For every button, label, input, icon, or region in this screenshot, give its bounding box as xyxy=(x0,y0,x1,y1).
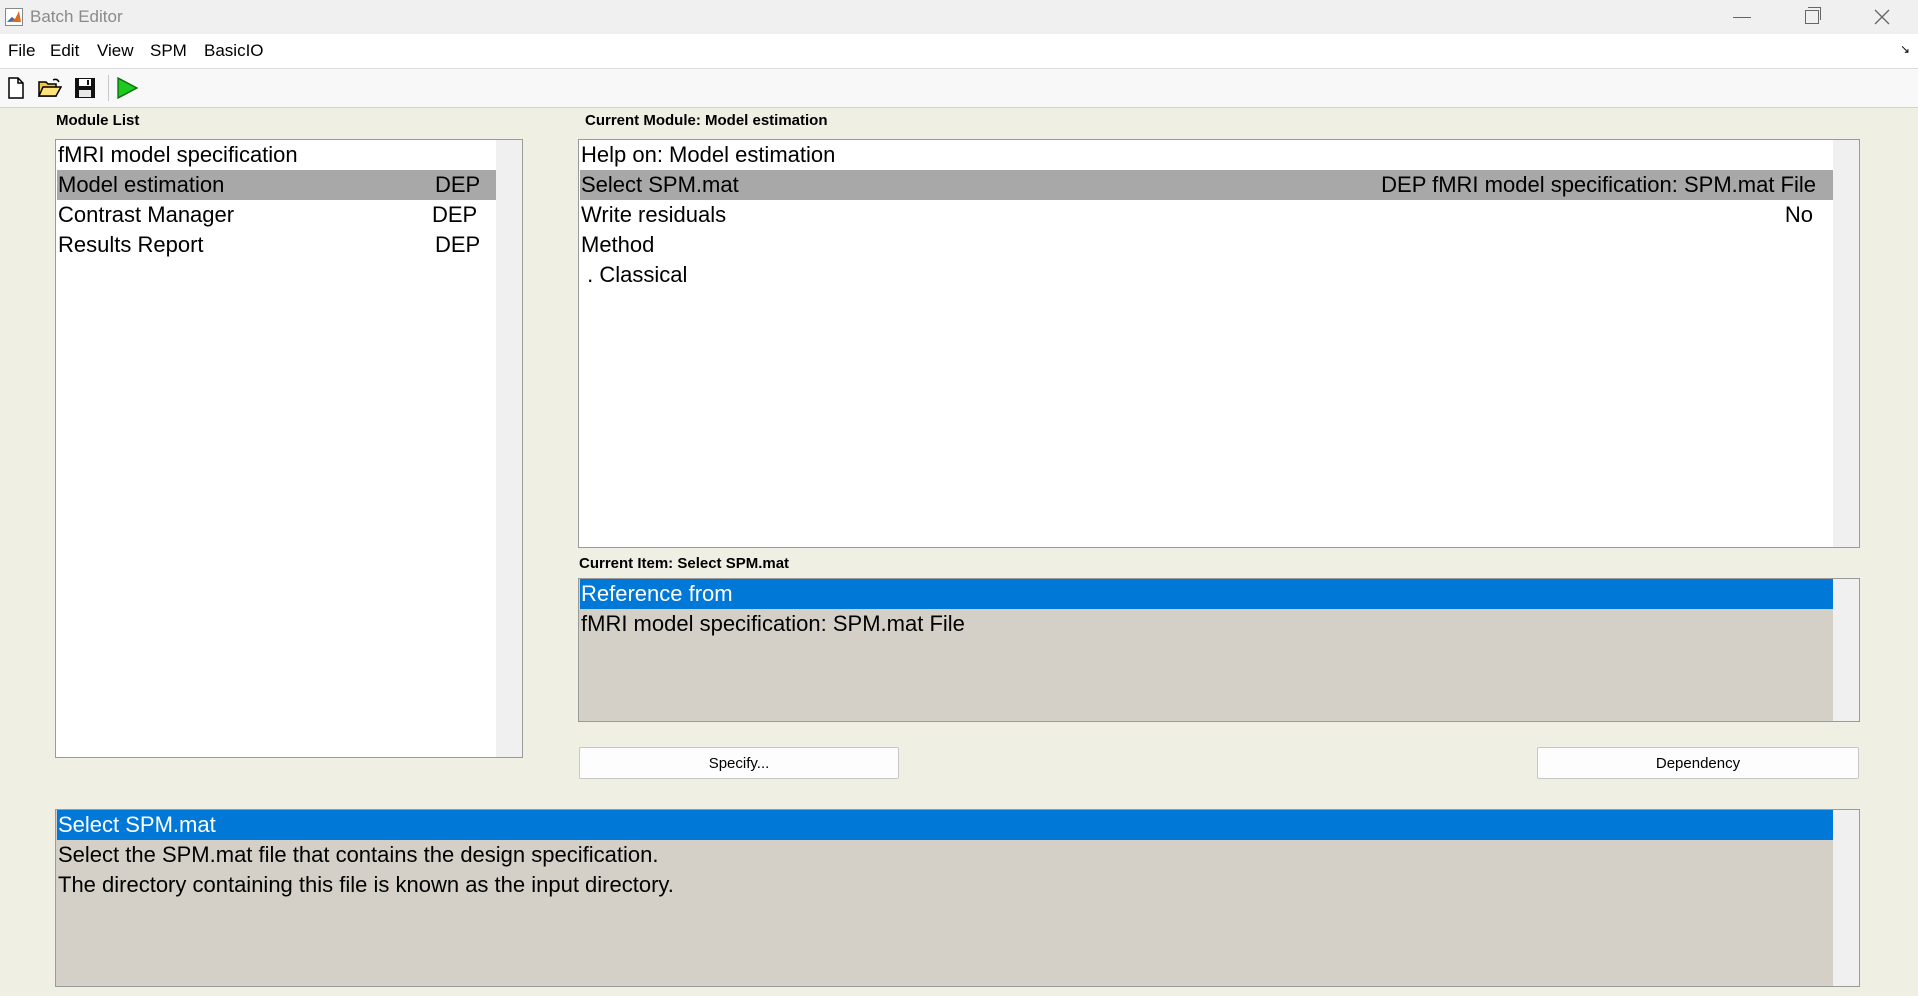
item-name: Method xyxy=(581,232,655,257)
help-text-box[interactable]: Select SPM.mat Select the SPM.mat file t… xyxy=(55,809,1860,987)
item-name: Help on: Model estimation xyxy=(581,142,836,167)
restore-icon xyxy=(1805,7,1821,24)
minimize-icon xyxy=(1733,16,1751,18)
menu-edit[interactable]: Edit xyxy=(50,41,79,61)
run-button[interactable] xyxy=(114,75,140,101)
current-item-label: Current Item: Select SPM.mat xyxy=(579,555,790,572)
restore-button[interactable] xyxy=(1782,0,1842,34)
item-name: Select SPM.mat xyxy=(581,172,739,197)
module-list-item[interactable]: Contrast Manager DEP xyxy=(57,200,497,230)
help-line-selected[interactable]: Select SPM.mat xyxy=(57,810,1834,840)
new-button[interactable] xyxy=(3,75,29,101)
run-play-icon xyxy=(117,76,139,100)
help-text: Select the SPM.mat file that contains th… xyxy=(58,842,659,867)
current-item-text: Reference from xyxy=(581,581,733,606)
current-module-label: Current Module: Model estimation xyxy=(585,112,828,129)
specify-button[interactable]: Specify... xyxy=(579,747,899,779)
module-name: Model estimation xyxy=(58,172,225,197)
module-name: fMRI model specification xyxy=(58,142,298,167)
module-list-item[interactable]: fMRI model specification xyxy=(57,140,497,170)
toolbar-separator xyxy=(108,75,109,101)
menu-view[interactable]: View xyxy=(97,41,134,61)
module-item-selected[interactable]: Select SPM.mat DEP fMRI model specificat… xyxy=(580,170,1834,200)
open-folder-icon xyxy=(38,78,62,97)
module-list-label: Module List xyxy=(56,112,140,129)
help-scrollbar[interactable] xyxy=(1833,810,1859,986)
current-item-line-selected[interactable]: Reference from xyxy=(580,579,1834,609)
module-name: Results Report xyxy=(58,232,204,257)
window-title: Batch Editor xyxy=(30,7,123,26)
module-item-help[interactable]: Help on: Model estimation xyxy=(580,140,1834,170)
editor-body: Module List fMRI model specification Mod… xyxy=(0,108,1918,996)
minimize-button[interactable] xyxy=(1712,0,1772,34)
dependency-button[interactable]: Dependency xyxy=(1537,747,1859,779)
item-value: No xyxy=(1784,202,1813,227)
module-list-item[interactable]: Results Report DEP xyxy=(57,230,497,260)
current-module-scrollbar[interactable] xyxy=(1833,140,1859,547)
new-file-icon xyxy=(8,77,24,99)
matlab-logo-icon xyxy=(5,8,23,26)
help-line[interactable]: The directory containing this file is kn… xyxy=(57,870,1834,900)
current-item-line[interactable]: fMRI model specification: SPM.mat File xyxy=(580,609,1834,639)
help-text: Select SPM.mat xyxy=(58,812,216,837)
title-bar: Batch Editor xyxy=(0,0,1918,34)
menu-spm[interactable]: SPM xyxy=(150,41,187,61)
menu-basicio[interactable]: BasicIO xyxy=(204,41,264,61)
module-status: DEP xyxy=(435,232,481,257)
current-item-list[interactable]: Reference from fMRI model specification:… xyxy=(578,578,1860,722)
module-status: DEP xyxy=(435,172,481,197)
module-name: Contrast Manager xyxy=(58,202,235,227)
item-value: DEP fMRI model specification: SPM.mat Fi… xyxy=(1381,172,1816,197)
current-module-list[interactable]: Help on: Model estimation Select SPM.mat… xyxy=(578,139,1860,548)
close-button[interactable] xyxy=(1852,0,1912,34)
toolbar xyxy=(0,69,1918,108)
module-list-scrollbar[interactable] xyxy=(496,140,522,757)
help-text: The directory containing this file is kn… xyxy=(58,872,674,897)
save-disk-icon xyxy=(75,78,95,98)
module-item[interactable]: Write residuals No xyxy=(580,200,1834,230)
open-button[interactable] xyxy=(37,75,63,101)
module-status: DEP xyxy=(432,202,478,227)
current-item-text: fMRI model specification: SPM.mat File xyxy=(581,611,965,636)
help-line[interactable]: Select the SPM.mat file that contains th… xyxy=(57,840,1834,870)
menu-file[interactable]: File xyxy=(8,41,35,61)
module-list[interactable]: fMRI model specification Model estimatio… xyxy=(55,139,523,758)
module-item[interactable]: Method xyxy=(580,230,1834,260)
close-icon xyxy=(1874,9,1890,25)
menu-bar: File Edit View SPM BasicIO ↘ xyxy=(0,34,1918,69)
item-name: . Classical xyxy=(581,262,688,287)
module-list-item-selected[interactable]: Model estimation DEP xyxy=(57,170,497,200)
module-item[interactable]: . Classical xyxy=(580,260,1834,290)
menu-arrow-icon[interactable]: ↘ xyxy=(1900,42,1910,56)
item-name: Write residuals xyxy=(581,202,727,227)
current-item-scrollbar[interactable] xyxy=(1833,579,1859,721)
save-button[interactable] xyxy=(72,75,98,101)
